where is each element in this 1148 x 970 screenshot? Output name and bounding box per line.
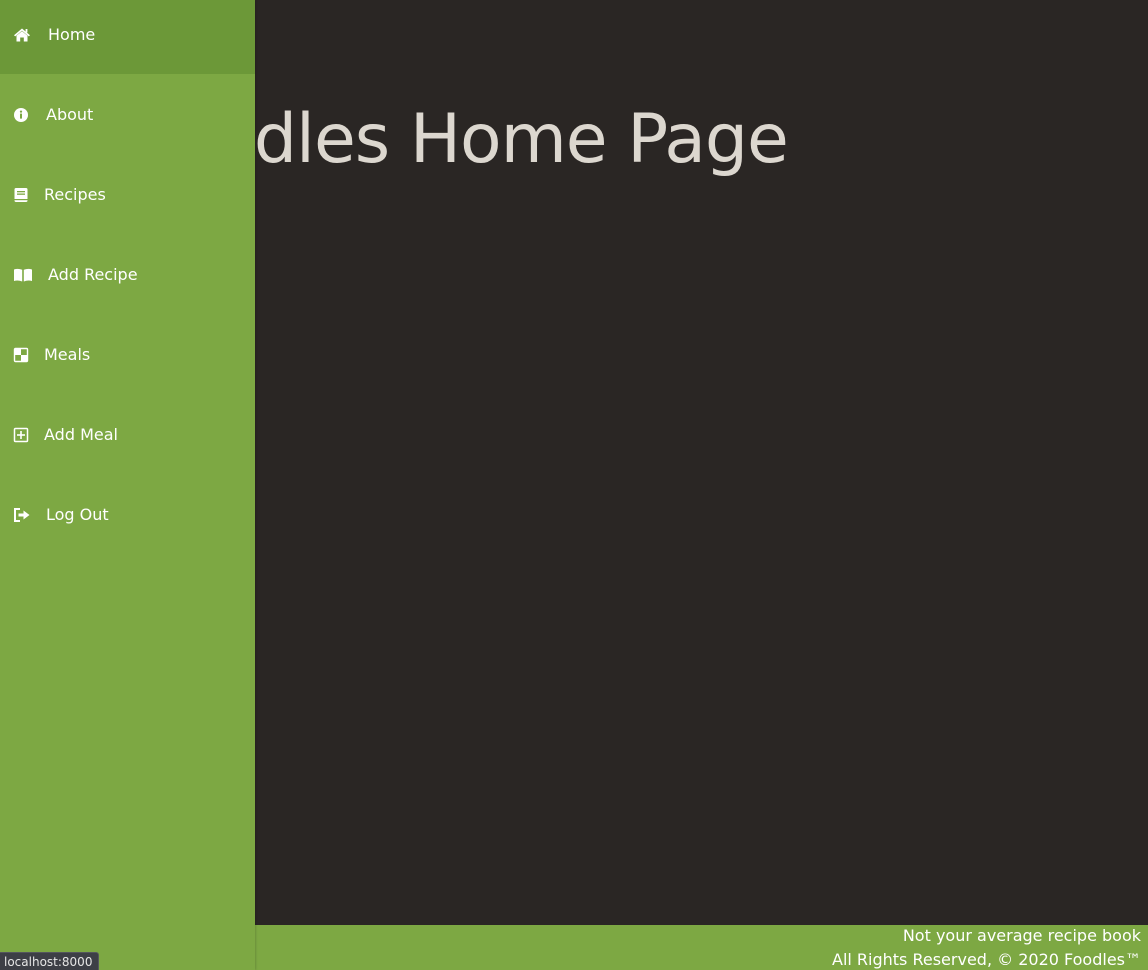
sidebar-item-label: Add Recipe xyxy=(48,265,138,284)
sidebar-item-add-meal[interactable]: Add Meal xyxy=(0,400,255,474)
info-circle-icon xyxy=(13,106,31,124)
link-status-url: localhost:8000 xyxy=(0,952,100,970)
sidebar-item-label: About xyxy=(46,105,94,124)
book-icon xyxy=(13,186,31,204)
open-book-icon xyxy=(13,266,32,284)
sidebar-item-label: Recipes xyxy=(44,185,106,204)
page: Foodles Home Page Not your average recip… xyxy=(0,0,1148,970)
sidebar-item-label: Home xyxy=(48,25,96,44)
sidebar-item-label: Log Out xyxy=(46,505,109,524)
sidebar-item-label: Meals xyxy=(44,345,91,364)
checkerboard-icon xyxy=(13,346,31,364)
sidebar-nav: Home About Recipes Add Recipe Meals Add … xyxy=(0,0,255,970)
sidebar-item-meals[interactable]: Meals xyxy=(0,320,255,394)
sign-out-icon xyxy=(13,506,31,524)
footer-tagline: Not your average recipe book xyxy=(902,926,1141,945)
sidebar-item-label: Add Meal xyxy=(44,425,118,444)
sidebar-item-recipes[interactable]: Recipes xyxy=(0,160,255,234)
sidebar-item-add-recipe[interactable]: Add Recipe xyxy=(0,240,255,314)
sidebar-item-home[interactable]: Home xyxy=(0,0,255,74)
sidebar-item-log-out[interactable]: Log Out xyxy=(0,480,255,554)
footer-copyright: All Rights Reserved, © 2020 Foodles™ xyxy=(832,950,1141,969)
sidebar-item-about[interactable]: About xyxy=(0,80,255,154)
home-icon xyxy=(13,26,31,44)
plus-square-icon xyxy=(13,426,31,444)
